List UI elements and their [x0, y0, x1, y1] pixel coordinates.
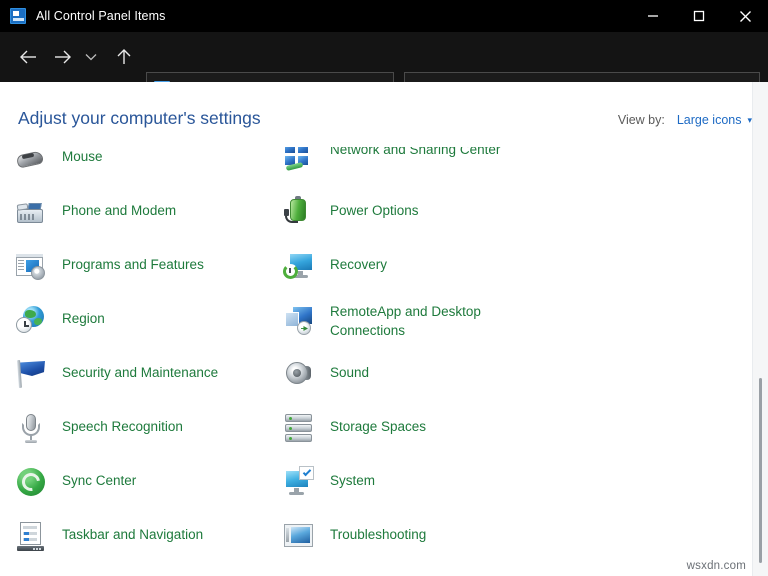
- view-by-label: View by:: [618, 113, 665, 127]
- list-item-label[interactable]: Troubleshooting: [330, 525, 426, 544]
- list-item-troubleshooting[interactable]: Troubleshooting: [282, 515, 572, 569]
- system-icon: [282, 465, 316, 499]
- title-bar: All Control Panel Items: [0, 0, 768, 32]
- list-item-programs-and-features[interactable]: Programs and Features: [14, 245, 304, 299]
- list-item-label[interactable]: Taskbar and Navigation: [62, 525, 203, 544]
- maximize-button[interactable]: [676, 0, 722, 32]
- recovery-icon: [282, 249, 316, 283]
- region-icon: [14, 303, 48, 337]
- remoteapp-desktop-icon: [282, 303, 316, 337]
- list-item-remoteapp-and-desktop-connections[interactable]: RemoteApp and Desktop Connections: [282, 299, 572, 353]
- list-item-label[interactable]: Programs and Features: [62, 255, 204, 274]
- list-item-label[interactable]: Recovery: [330, 255, 387, 274]
- items-column-left: Mouse Phone and Modem Programs and Featu…: [14, 147, 304, 569]
- list-item-label[interactable]: Power Options: [330, 201, 419, 220]
- view-by-control: View by: Large icons ▾: [618, 113, 752, 127]
- list-item-label[interactable]: Mouse: [62, 147, 103, 166]
- list-item-power-options[interactable]: Power Options: [282, 191, 572, 245]
- navigation-bar: › C... › A... › Search Control Panel: [0, 32, 768, 82]
- list-item-system[interactable]: System: [282, 461, 572, 515]
- up-arrow-icon[interactable]: [108, 41, 140, 73]
- items-column-right: Network and Sharing Center Power Options…: [282, 147, 572, 569]
- list-item-label[interactable]: RemoteApp and Desktop Connections: [330, 302, 545, 340]
- list-item-label[interactable]: Storage Spaces: [330, 417, 426, 436]
- view-by-value[interactable]: Large icons: [677, 113, 742, 127]
- troubleshooting-icon: [282, 519, 316, 553]
- list-item-label[interactable]: Region: [62, 309, 105, 328]
- speech-recognition-icon: [14, 411, 48, 445]
- power-options-icon: [282, 195, 316, 229]
- close-button[interactable]: [722, 0, 768, 32]
- content-area: Adjust your computer's settings View by:…: [0, 82, 768, 576]
- list-item-sound[interactable]: Sound: [282, 353, 572, 407]
- list-item-label[interactable]: Phone and Modem: [62, 201, 176, 220]
- list-item-phone-and-modem[interactable]: Phone and Modem: [14, 191, 304, 245]
- storage-spaces-icon: [282, 411, 316, 445]
- window-controls: [630, 0, 768, 32]
- taskbar-navigation-icon: [14, 519, 48, 553]
- control-panel-window: All Control Panel Items: [0, 0, 768, 576]
- list-item-speech-recognition[interactable]: Speech Recognition: [14, 407, 304, 461]
- network-sharing-icon: [282, 147, 316, 175]
- list-item-label[interactable]: Sync Center: [62, 471, 136, 490]
- items-viewport: Mouse Phone and Modem Programs and Featu…: [0, 147, 752, 576]
- list-item-label[interactable]: Speech Recognition: [62, 417, 183, 436]
- list-item-label[interactable]: Security and Maintenance: [62, 363, 218, 382]
- recent-locations-chevron-down-icon[interactable]: [78, 41, 104, 73]
- list-item-label[interactable]: Sound: [330, 363, 369, 382]
- list-item-storage-spaces[interactable]: Storage Spaces: [282, 407, 572, 461]
- list-item-security-and-maintenance[interactable]: Security and Maintenance: [14, 353, 304, 407]
- list-item-label[interactable]: System: [330, 471, 375, 490]
- programs-features-icon: [14, 249, 48, 283]
- vertical-scrollbar[interactable]: [752, 82, 768, 576]
- list-item-label[interactable]: Network and Sharing Center: [330, 147, 500, 159]
- security-maintenance-icon: [14, 357, 48, 391]
- list-item-taskbar-and-navigation[interactable]: Taskbar and Navigation: [14, 515, 304, 569]
- list-item-region[interactable]: Region: [14, 299, 304, 353]
- list-item-network-and-sharing-center[interactable]: Network and Sharing Center: [282, 147, 572, 191]
- control-panel-icon: [10, 8, 26, 24]
- window-title: All Control Panel Items: [36, 9, 165, 23]
- list-item-mouse[interactable]: Mouse: [14, 147, 304, 191]
- sync-center-icon: [14, 465, 48, 499]
- sound-icon: [282, 357, 316, 391]
- watermark: wsxdn.com: [687, 560, 746, 572]
- mouse-icon: [14, 147, 48, 175]
- minimize-button[interactable]: [630, 0, 676, 32]
- list-item-sync-center[interactable]: Sync Center: [14, 461, 304, 515]
- page-title: Adjust your computer's settings: [18, 108, 261, 129]
- back-arrow-icon[interactable]: [12, 41, 44, 73]
- phone-modem-icon: [14, 195, 48, 229]
- list-item-recovery[interactable]: Recovery: [282, 245, 572, 299]
- forward-arrow-icon[interactable]: [46, 41, 78, 73]
- scrollbar-thumb[interactable]: [759, 378, 762, 563]
